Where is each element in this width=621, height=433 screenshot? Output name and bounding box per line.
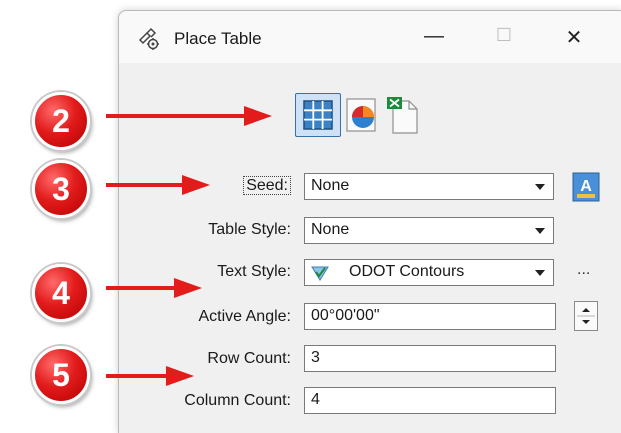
seed-value: None [311,177,350,194]
active-angle-input[interactable]: 00°00'00" [304,303,556,330]
annotation-badge-3: 3 [32,160,90,218]
more-options-button[interactable]: ... [577,261,590,279]
minimize-button[interactable]: — [419,25,449,51]
spin-arrows-icon [577,308,595,324]
annotation-badge-5: 5 [32,346,90,404]
excel-file-icon [387,97,418,134]
chevron-down-icon [535,228,545,234]
angle-spin-button[interactable] [574,301,598,331]
svg-text:A: A [580,178,592,195]
grid-table-mode-button[interactable] [295,93,341,137]
close-button[interactable]: ✕ [559,25,589,51]
mode-toolbar [291,91,421,141]
annotation-arrow-right-icon [106,175,210,195]
grid-icon [303,100,333,130]
seed-dropdown[interactable]: None [304,173,554,200]
active-angle-label: Active Angle: [198,308,292,325]
annotation-arrow-right-icon [106,366,194,386]
active-angle-value: 00°00'00" [311,307,380,324]
place-table-app-icon [138,27,159,50]
window-title: Place Table [174,29,262,48]
table-style-dropdown[interactable]: None [304,217,554,244]
chevron-down-icon [535,184,545,190]
table-style-value: None [311,221,350,238]
annotation-arrow-right-icon [106,278,202,298]
pie-chart-icon [346,98,376,132]
excel-import-mode-button[interactable] [381,93,427,137]
title-bar[interactable]: Place Table — ☐ ✕ [119,11,621,63]
maximize-button[interactable]: ☐ [489,25,519,51]
text-style-editor-icon[interactable]: A [572,172,600,202]
annotation-badge-2: 2 [32,92,90,150]
chevron-down-icon [535,270,545,276]
annotation-arrow-right-icon [106,106,272,126]
table-style-label: Table Style: [208,221,291,238]
column-count-label: Column Count: [184,392,291,409]
row-count-input[interactable]: 3 [304,345,556,372]
text-style-value: ODOT Contours [349,263,465,280]
text-style-icon [311,266,329,281]
column-count-value: 4 [311,391,320,408]
row-count-value: 3 [311,349,320,366]
text-style-dropdown[interactable]: ODOT Contours [304,259,554,286]
seed-label: Seed: [243,176,291,195]
annotation-badge-4: 4 [32,264,90,322]
column-count-input[interactable]: 4 [304,387,556,414]
